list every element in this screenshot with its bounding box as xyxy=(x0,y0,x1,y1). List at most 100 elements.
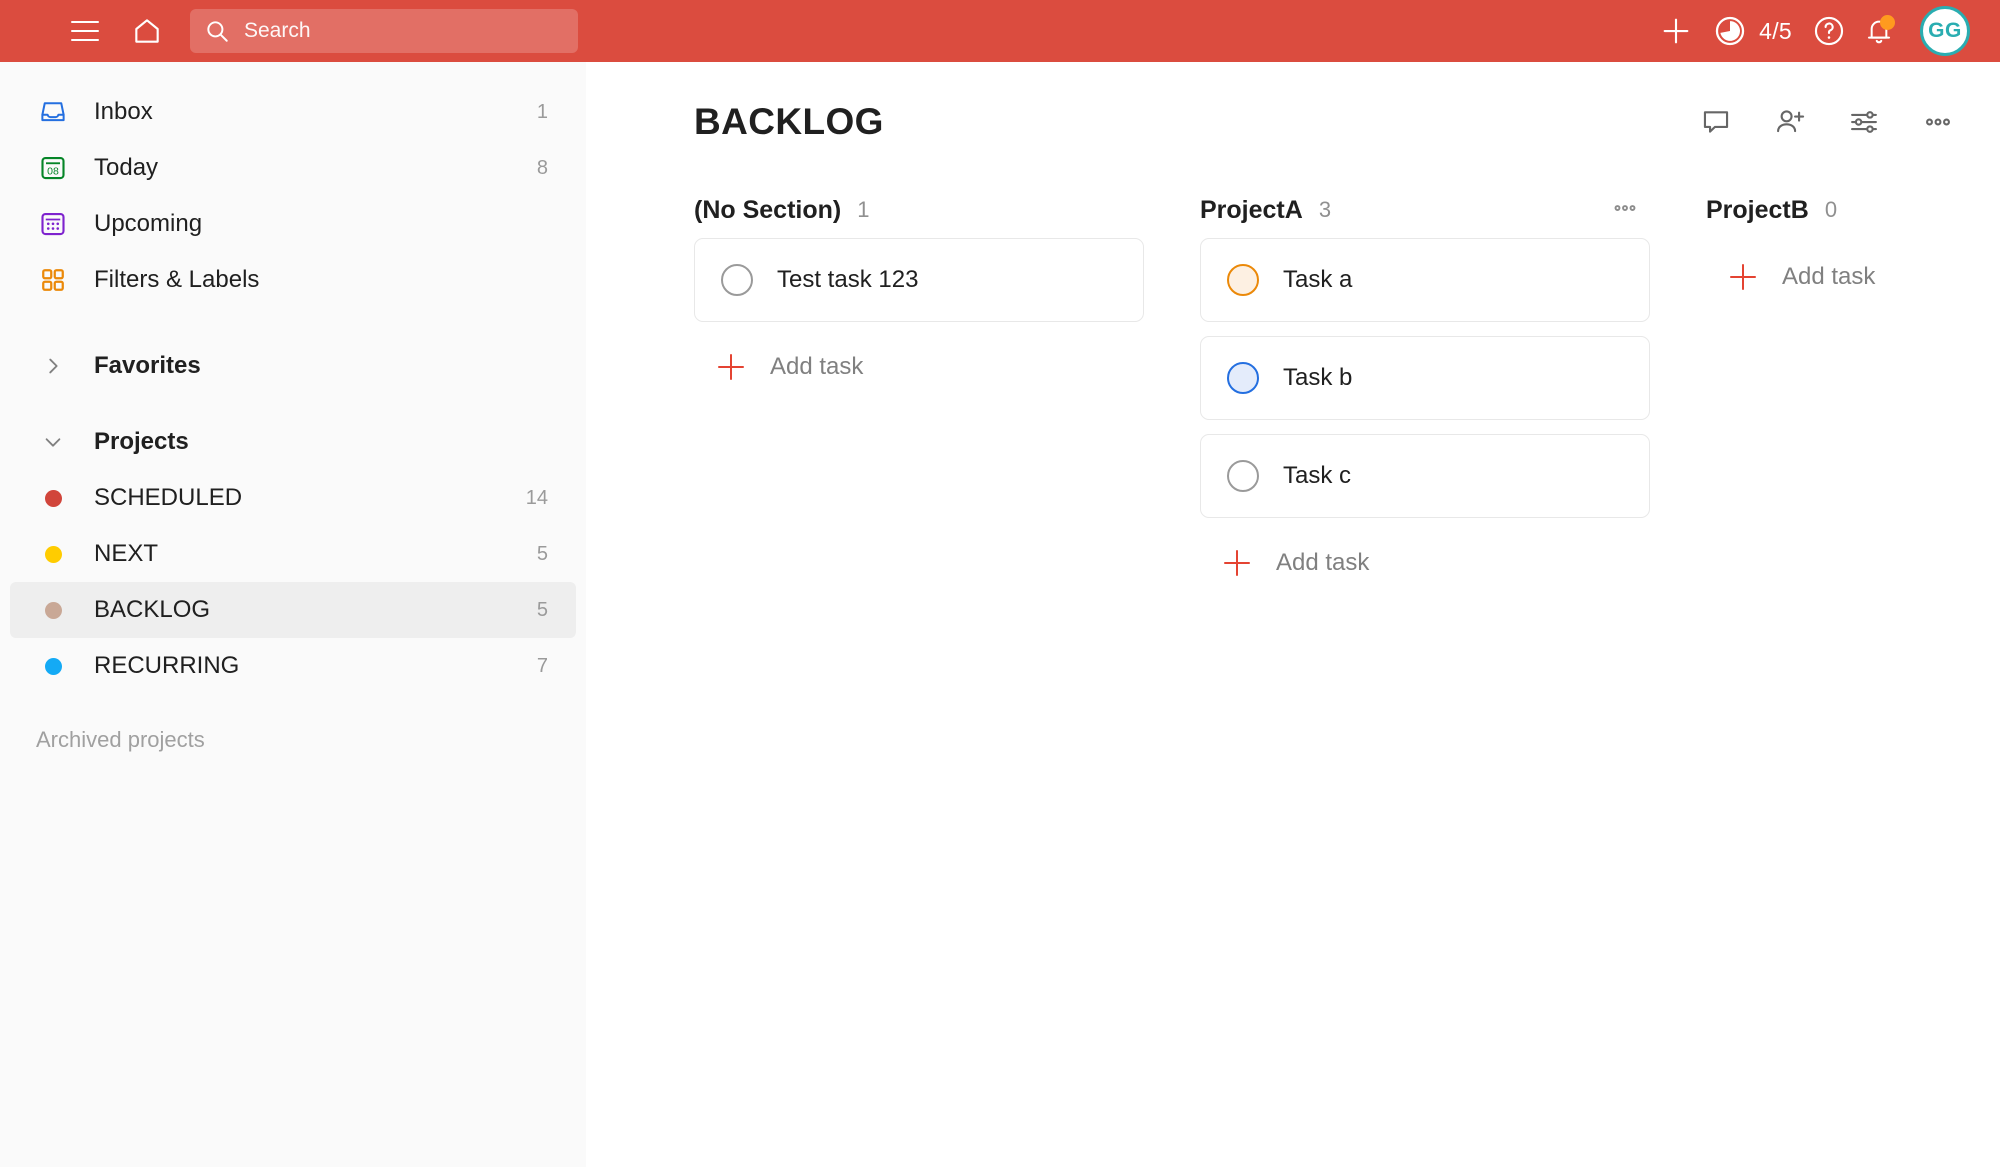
sidebar-section-favorites[interactable]: Favorites xyxy=(10,338,576,394)
project-label: NEXT xyxy=(94,540,159,567)
project-count: 5 xyxy=(536,598,548,621)
productivity-count: 4/5 xyxy=(1759,17,1792,44)
comments-button[interactable] xyxy=(1694,100,1738,144)
sidebar-project-scheduled[interactable]: SCHEDULED 14 xyxy=(10,470,576,526)
sidebar-section-projects[interactable]: Projects xyxy=(10,414,576,470)
task-card[interactable]: Task c xyxy=(1200,434,1650,518)
add-person-icon xyxy=(1777,110,1805,133)
task-checkbox[interactable] xyxy=(1227,362,1259,394)
notifications-button[interactable] xyxy=(1856,8,1902,54)
project-count: 5 xyxy=(536,542,548,565)
view-options-icon xyxy=(1851,111,1877,133)
column-header: ProjectB 0 xyxy=(1706,182,2000,238)
add-task-button[interactable] xyxy=(1653,8,1699,54)
task-title: Task b xyxy=(1283,364,1353,391)
page-title: BACKLOG xyxy=(694,101,884,142)
help-button[interactable] xyxy=(1806,8,1852,54)
sidebar-item-label: Filters & Labels xyxy=(94,266,260,293)
column-count: 3 xyxy=(1318,197,1332,222)
chevron-right-icon xyxy=(36,355,70,377)
sidebar: Inbox 1 08 Today 8 Upcoming Filters & La… xyxy=(0,62,586,1167)
project-count: 14 xyxy=(525,486,548,509)
hamburger-menu-icon xyxy=(71,21,99,41)
avatar-initials: GG xyxy=(1928,19,1962,42)
add-task-label: Add task xyxy=(1782,263,1876,290)
productivity-button[interactable]: 4/5 xyxy=(1703,8,1802,54)
help-circle-icon xyxy=(1814,16,1844,46)
hamburger-menu-button[interactable] xyxy=(62,8,108,54)
task-title: Test task 123 xyxy=(777,266,919,293)
task-checkbox[interactable] xyxy=(1227,460,1259,492)
project-color-dot xyxy=(36,593,70,627)
add-task-label: Add task xyxy=(1276,549,1370,576)
project-color-dot xyxy=(36,537,70,571)
topbar-actions: 4/5 GG xyxy=(1653,6,2000,56)
task-title: Task c xyxy=(1283,462,1352,489)
sidebar-project-backlog[interactable]: BACKLOG 5 xyxy=(10,582,576,638)
calendar-grid-icon xyxy=(36,207,70,241)
add-task-label: Add task xyxy=(770,353,864,380)
plus-icon xyxy=(1663,18,1689,44)
projects-label: Projects xyxy=(94,428,189,455)
sidebar-item-label: Inbox xyxy=(94,98,153,125)
column-header: (No Section) 1 xyxy=(694,182,1144,238)
add-task-button-projectb[interactable]: Add task xyxy=(1706,246,2000,308)
board-column-projecta: ProjectA 3 Task a Task b Task c Add task xyxy=(1200,182,1650,594)
sidebar-item-filters-labels[interactable]: Filters & Labels xyxy=(10,252,576,308)
add-task-button-projecta[interactable]: Add task xyxy=(1200,532,1650,594)
sidebar-project-next[interactable]: NEXT 5 xyxy=(10,526,576,582)
task-title: Task a xyxy=(1283,266,1353,293)
task-checkbox[interactable] xyxy=(1227,264,1259,296)
sidebar-item-inbox[interactable]: Inbox 1 xyxy=(10,84,576,140)
search-box[interactable] xyxy=(190,9,578,53)
project-label: RECURRING xyxy=(94,652,240,679)
column-title: ProjectA xyxy=(1200,195,1303,224)
more-options-button[interactable] xyxy=(1916,100,1960,144)
sidebar-item-label: Today xyxy=(94,154,159,181)
column-header: ProjectA 3 xyxy=(1200,182,1650,238)
project-label: SCHEDULED xyxy=(94,484,243,511)
search-input[interactable] xyxy=(244,16,544,46)
project-color-dot xyxy=(36,649,70,683)
content-header: BACKLOG xyxy=(586,62,2000,182)
task-card[interactable]: Task a xyxy=(1200,238,1650,322)
header-toolbar xyxy=(1694,100,1960,144)
calendar-today-icon: 08 xyxy=(36,151,70,185)
project-color-dot xyxy=(36,481,70,515)
main-content: BACKLOG (No Section) 1 Test task 123 Add… xyxy=(586,62,2000,1167)
sidebar-item-label: Upcoming xyxy=(94,210,203,237)
inbox-icon xyxy=(36,95,70,129)
chevron-down-icon xyxy=(36,431,70,453)
project-count: 7 xyxy=(536,654,548,677)
sidebar-item-upcoming[interactable]: Upcoming xyxy=(10,196,576,252)
avatar[interactable]: GG xyxy=(1920,6,1970,56)
archived-projects-link[interactable]: Archived projects xyxy=(10,716,576,764)
favorites-label: Favorites xyxy=(94,352,201,379)
sidebar-project-recurring[interactable]: RECURRING 7 xyxy=(10,638,576,694)
board: (No Section) 1 Test task 123 Add task Pr… xyxy=(586,182,2000,594)
top-bar: 4/5 GG xyxy=(0,0,2000,62)
task-card[interactable]: Test task 123 xyxy=(694,238,1144,322)
sidebar-item-count: 1 xyxy=(536,100,548,123)
task-checkbox[interactable] xyxy=(721,264,753,296)
sidebar-item-today[interactable]: 08 Today 8 xyxy=(10,140,576,196)
column-title: ProjectB xyxy=(1706,195,1809,224)
notification-badge xyxy=(1880,15,1895,30)
column-count: 1 xyxy=(857,197,870,222)
share-project-button[interactable] xyxy=(1768,100,1812,144)
more-options-icon xyxy=(1614,204,1636,211)
plus-icon xyxy=(1224,550,1250,576)
column-more-options-button[interactable] xyxy=(1604,187,1646,234)
plus-icon xyxy=(1730,264,1756,290)
view-options-button[interactable] xyxy=(1842,100,1886,144)
productivity-pie-icon xyxy=(1715,16,1745,46)
home-button[interactable] xyxy=(124,8,170,54)
filters-labels-icon xyxy=(36,263,70,297)
plus-icon xyxy=(718,354,744,380)
search-icon xyxy=(207,21,228,42)
home-icon xyxy=(135,19,159,43)
comments-icon xyxy=(1703,111,1729,133)
task-card[interactable]: Task b xyxy=(1200,336,1650,420)
add-task-button-no-section[interactable]: Add task xyxy=(694,336,1144,398)
project-label: BACKLOG xyxy=(94,596,211,623)
